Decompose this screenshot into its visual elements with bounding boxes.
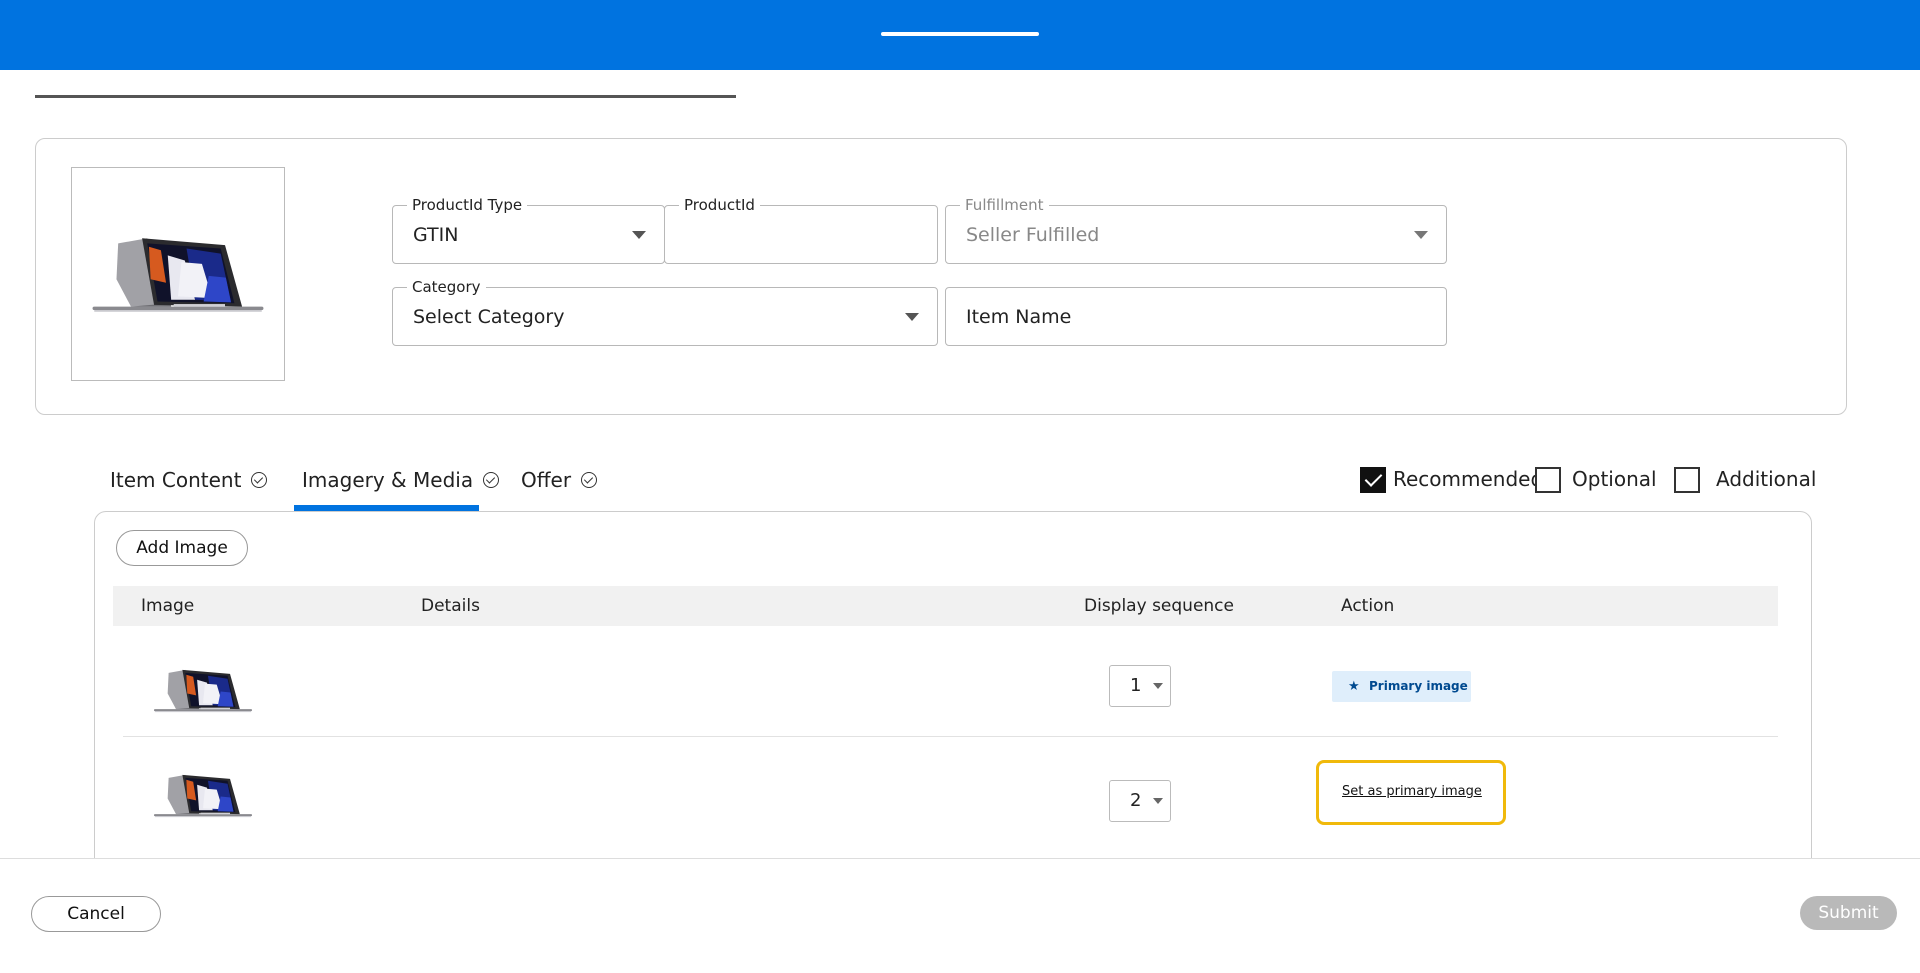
modal-header xyxy=(0,0,1920,70)
chevron-down-icon xyxy=(632,231,646,239)
column-header-details: Details xyxy=(421,596,480,616)
category-select[interactable]: Category Select Category xyxy=(392,278,938,346)
recommended-checkbox[interactable] xyxy=(1360,467,1386,493)
laptop-image xyxy=(81,228,275,322)
additional-label: Additional xyxy=(1716,467,1817,491)
product-thumbnail xyxy=(71,167,285,381)
chevron-down-icon xyxy=(1414,231,1428,239)
productid-type-select[interactable]: ProductId Type GTIN xyxy=(392,196,665,264)
check-circle-icon xyxy=(483,471,500,488)
display-sequence-select[interactable]: 1 xyxy=(1109,665,1171,707)
drag-handle[interactable] xyxy=(881,32,1039,36)
additional-checkbox[interactable] xyxy=(1674,467,1700,493)
item-name-field[interactable]: Item Name xyxy=(945,287,1447,346)
fulfillment-select: Fulfillment Seller Fulfilled xyxy=(945,196,1447,264)
chevron-down-icon xyxy=(905,313,919,321)
add-image-button[interactable]: Add Image xyxy=(116,530,248,566)
media-panel xyxy=(94,511,1812,911)
column-header-display-sequence: Display sequence xyxy=(1084,596,1234,616)
check-circle-icon xyxy=(251,471,268,488)
set-primary-image-link[interactable]: Set as primary image xyxy=(1342,783,1482,801)
primary-image-badge: ★ Primary image xyxy=(1332,671,1471,702)
sequence-value: 1 xyxy=(1130,675,1142,696)
media-table-header xyxy=(113,586,1778,626)
optional-label: Optional xyxy=(1572,467,1657,491)
category-value: Select Category xyxy=(413,306,565,328)
column-header-image: Image xyxy=(141,596,195,616)
tab-label: Item Content xyxy=(110,468,242,492)
footer-bar xyxy=(0,858,1920,973)
productid-field[interactable]: ProductId xyxy=(664,196,938,264)
item-name-value: Item Name xyxy=(966,306,1072,328)
primary-image-label: Primary image xyxy=(1369,679,1468,693)
submit-button[interactable]: Submit xyxy=(1800,896,1897,930)
display-sequence-select[interactable]: 2 xyxy=(1109,780,1171,822)
row-image-thumbnail xyxy=(146,664,260,718)
tab-imagery-media[interactable]: Imagery & Media xyxy=(302,462,500,498)
sequence-value: 2 xyxy=(1130,790,1142,811)
tab-item-content[interactable]: Item Content xyxy=(110,462,268,498)
optional-checkbox[interactable] xyxy=(1535,467,1561,493)
check-circle-icon xyxy=(581,471,598,488)
star-icon: ★ xyxy=(1348,679,1360,694)
recommended-label: Recommended xyxy=(1393,467,1544,491)
chevron-down-icon xyxy=(1153,683,1163,689)
product-card xyxy=(35,138,1847,415)
chevron-down-icon xyxy=(1153,798,1163,804)
cancel-button[interactable]: Cancel xyxy=(31,896,161,932)
row-image-thumbnail xyxy=(146,769,260,823)
column-header-action: Action xyxy=(1341,596,1395,616)
row-divider xyxy=(123,736,1778,737)
tab-offer[interactable]: Offer xyxy=(521,462,598,498)
productid-type-value: GTIN xyxy=(413,224,459,246)
productid-label: ProductId xyxy=(679,196,760,214)
fulfillment-value: Seller Fulfilled xyxy=(966,224,1100,246)
tab-label: Offer xyxy=(521,468,572,492)
tab-label: Imagery & Media xyxy=(302,468,474,492)
title-underline xyxy=(35,95,736,98)
set-primary-image-highlight: Set as primary image xyxy=(1316,760,1506,825)
